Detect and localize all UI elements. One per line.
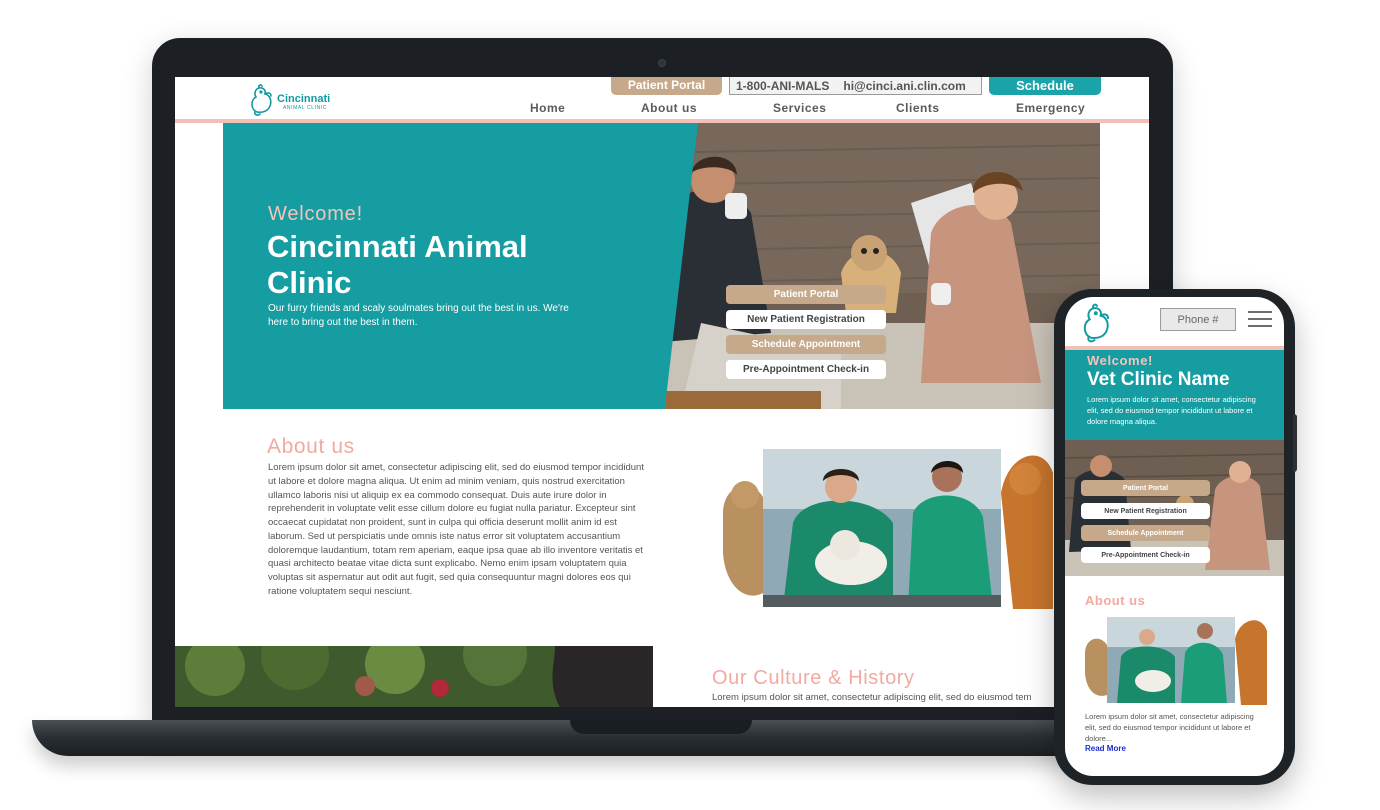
hero-schedule-button[interactable]: Schedule Appointment xyxy=(726,335,886,354)
hero-welcome: Welcome! xyxy=(268,203,363,225)
hero-checkin-button[interactable]: Pre-Appointment Check-in xyxy=(726,360,886,379)
logo-name: Cincinnati xyxy=(277,93,331,105)
clinic-logo-icon xyxy=(251,84,272,116)
phone-hero-title: Vet Clinic Name xyxy=(1087,369,1230,390)
laptop-camera xyxy=(658,59,666,67)
phone-new-patient-button[interactable]: New Patient Registration xyxy=(1081,503,1210,519)
phone-patient-portal-button[interactable]: Patient Portal xyxy=(1081,480,1210,496)
clinic-logo-icon[interactable] xyxy=(1077,301,1117,345)
about-body: Lorem ipsum dolor sit amet, consectetur … xyxy=(268,462,644,597)
nav-services[interactable]: Services xyxy=(773,101,826,115)
phone-side-button xyxy=(1293,414,1297,472)
nav-home[interactable]: Home xyxy=(530,101,565,115)
hero-patient-portal-button[interactable]: Patient Portal xyxy=(726,285,886,304)
contact-bar: 1-800-ANI-MALS hi@cinci.ani.clin.com xyxy=(729,77,982,95)
read-more-link[interactable]: Read More xyxy=(1085,744,1126,753)
laptop-notch xyxy=(570,720,752,734)
logo-subtitle: ANIMAL CLINIC xyxy=(283,105,328,111)
patient-portal-button[interactable]: Patient Portal xyxy=(611,77,722,95)
email-address[interactable]: hi@cinci.ani.clin.com xyxy=(843,79,965,93)
culture-heading: Our Culture & History xyxy=(712,667,915,689)
culture-photo xyxy=(175,646,653,707)
phone-screen: Phone # Welcome! Vet Clinic Name Lorem i… xyxy=(1065,297,1284,776)
about-heading: About us xyxy=(267,435,355,458)
phone-about-photo xyxy=(1085,617,1267,705)
phone-checkin-button[interactable]: Pre-Appointment Check-in xyxy=(1081,547,1210,563)
phone-hero-tagline: Lorem ipsum dolor sit amet, consectetur … xyxy=(1087,395,1256,426)
about-photo xyxy=(723,449,1053,609)
phone-number-field[interactable]: Phone # xyxy=(1160,308,1236,331)
phone-number[interactable]: 1-800-ANI-MALS xyxy=(736,79,829,93)
hero-tagline: Our furry friends and scaly soulmates br… xyxy=(268,303,569,328)
nav-about[interactable]: About us xyxy=(641,101,697,115)
phone-schedule-button[interactable]: Schedule Appointment xyxy=(1081,525,1210,541)
phone-about-body: Lorem ipsum dolor sit amet, consectetur … xyxy=(1085,712,1254,743)
device-mockup: Cincinnati ANIMAL CLINIC Patient Portal … xyxy=(0,0,1380,810)
laptop-screen: Cincinnati ANIMAL CLINIC Patient Portal … xyxy=(175,77,1149,707)
hamburger-menu-icon[interactable] xyxy=(1248,311,1272,329)
hero-new-patient-button[interactable]: New Patient Registration xyxy=(726,310,886,329)
nav-emergency[interactable]: Emergency xyxy=(1016,101,1085,115)
schedule-button[interactable]: Schedule xyxy=(989,77,1101,95)
hero-title: Cincinnati Animal Clinic xyxy=(267,229,528,300)
site-logo[interactable]: Cincinnati ANIMAL CLINIC xyxy=(247,82,347,118)
phone-hero-welcome: Welcome! xyxy=(1087,353,1153,368)
nav-clients[interactable]: Clients xyxy=(896,101,940,115)
phone-about-heading: About us xyxy=(1085,593,1146,608)
